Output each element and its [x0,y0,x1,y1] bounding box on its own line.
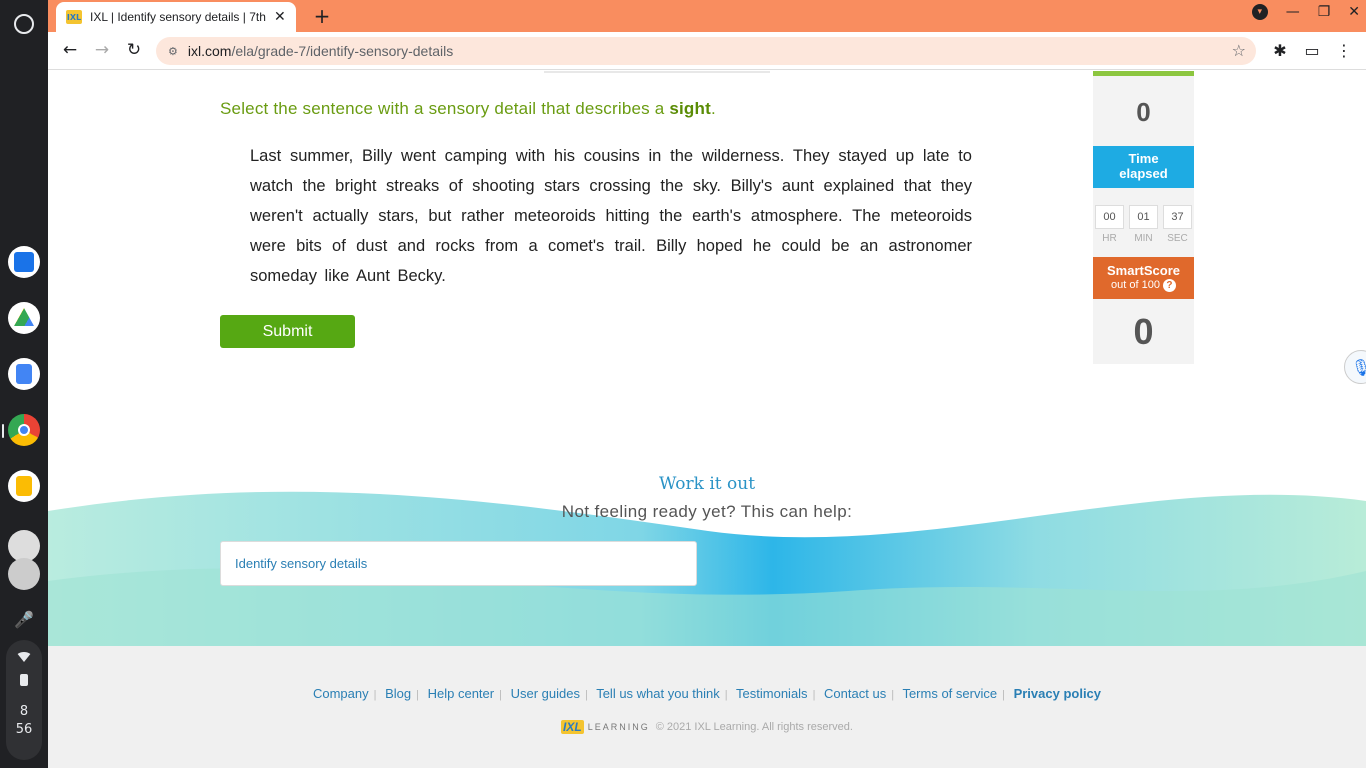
tab-title: IXL | Identify sensory details | 7th [90,10,266,24]
minimize-icon[interactable]: — [1286,4,1300,20]
ixl-favicon-icon: IXL [66,10,82,24]
smartscore-value: 0 [1093,299,1194,364]
smartscore-sublabel: out of 100 [1111,279,1160,291]
question-prompt: Select the sentence with a sensory detai… [220,99,716,119]
footer: Company | Blog | Help center | User guides |… [48,646,1366,768]
restore-icon[interactable]: ❐ [1318,4,1331,20]
close-tab-icon[interactable]: ✕ [274,9,286,25]
bookmark-star-icon[interactable]: ☆ [1232,41,1246,60]
help-icon[interactable]: ? [1162,279,1176,292]
app-photo2-icon[interactable] [8,558,40,590]
url-host: ixl.com [187,43,232,59]
work-it-out-subtitle: Not feeling ready yet? This can help: [561,502,853,521]
url-path: /ela/grade-7/identify-sensory-details [231,43,454,59]
smartscore-header: SmartScore out of 100? [1093,257,1194,299]
footer-link-company[interactable]: Company [313,686,369,701]
site-info-icon[interactable]: ⚙ [168,45,178,58]
window-controls: ▾ — ❐ ✕ [1251,4,1360,20]
app-slides-icon[interactable] [8,470,40,502]
browser-toolbar: ← → ↻ ⚙ ixl.com/ela/grade-7/identify-sen… [48,32,1366,70]
time-elapsed-label: Time elapsed [1093,146,1194,188]
time-label-line2: elapsed [1119,166,1168,181]
prompt-keyword: sight [669,99,711,118]
reload-icon[interactable]: ↻ [123,40,145,60]
smartscore-label: SmartScore [1107,263,1180,278]
questions-answered-count: 0 [1093,76,1194,146]
timer-seconds: 37 [1163,205,1192,229]
tab-strip: IXL IXL | Identify sensory details | 7th… [48,0,1366,32]
browser-tab[interactable]: IXL IXL | Identify sensory details | 7th… [56,2,296,32]
voice-input-icon[interactable]: 🎙 [1344,350,1366,384]
microphone-icon[interactable]: 🎤 [14,610,34,630]
sentence-option[interactable]: Last summer, Billy went camping with his… [250,147,784,165]
timer-seconds-label: SEC [1167,233,1188,244]
help-skill-link[interactable]: Identify sensory details [220,541,697,586]
tab-search-icon[interactable]: ▾ [1251,4,1268,20]
menu-icon[interactable]: ⋮ [1334,41,1354,60]
launcher-button[interactable] [14,14,34,34]
stats-sidebar: 0 Time elapsed 00 HR 01 MIN 37 SEC SmartSco… [1093,71,1194,364]
footer-link-help-center[interactable]: Help center [428,686,494,701]
forward-icon[interactable]: → [91,40,113,60]
extensions-icon[interactable]: ✱ [1270,41,1290,60]
battery-icon [20,674,28,686]
work-it-out-title: Work it out [658,474,756,494]
copyright-line: IXL LEARNING © 2021 IXL Learning. All ri… [48,720,1366,734]
wifi-icon [16,652,32,662]
footer-link-user-guides[interactable]: User guides [511,686,580,701]
back-icon[interactable]: ← [59,40,81,60]
clock-minute: 56 [15,722,33,737]
time-label-line1: Time [1128,151,1159,166]
prompt-suffix: . [710,99,716,118]
footer-link-contact[interactable]: Contact us [824,686,886,701]
ixl-logo-mark: IXL [561,720,584,734]
address-bar[interactable]: ⚙ ixl.com/ela/grade-7/identify-sensory-d… [156,37,1256,65]
timer-hours: 00 [1095,205,1124,229]
footer-link-privacy[interactable]: Privacy policy [1014,686,1101,701]
divider [544,71,770,73]
ixl-logo-word: LEARNING [587,722,650,732]
app-chrome-icon[interactable] [8,414,40,446]
ixl-learning-logo[interactable]: IXL LEARNING [561,720,650,734]
footer-link-blog[interactable]: Blog [385,686,411,701]
os-shelf: 🎤 8 56 [0,0,48,768]
copyright-text: © 2021 IXL Learning. All rights reserved… [655,721,853,733]
timer: 00 HR 01 MIN 37 SEC [1093,188,1194,257]
cast-icon[interactable]: ▭ [1302,41,1322,60]
active-app-indicator [2,424,4,438]
footer-links: Company | Blog | Help center | User guides |… [312,686,1102,701]
status-tray[interactable]: 8 56 [6,640,42,760]
timer-minutes: 01 [1129,205,1158,229]
passage: Last summer, Billy went camping with his… [250,141,972,291]
footer-link-testimonials[interactable]: Testimonials [736,686,808,701]
page-content: Select the sentence with a sensory detai… [48,71,1366,768]
new-tab-icon[interactable]: + [310,4,334,28]
app-drive-icon[interactable] [8,302,40,334]
timer-hours-label: HR [1102,233,1117,244]
prompt-text: Select the sentence with a sensory detai… [220,99,670,118]
footer-link-terms[interactable]: Terms of service [902,686,997,701]
footer-link-feedback[interactable]: Tell us what you think [596,686,720,701]
close-window-icon[interactable]: ✕ [1348,4,1360,20]
submit-button[interactable]: Submit [220,315,355,348]
app-quiz-icon[interactable] [8,246,40,278]
app-docs-icon[interactable] [8,358,40,390]
clock-hour: 8 [19,704,29,719]
timer-minutes-label: MIN [1134,233,1153,244]
